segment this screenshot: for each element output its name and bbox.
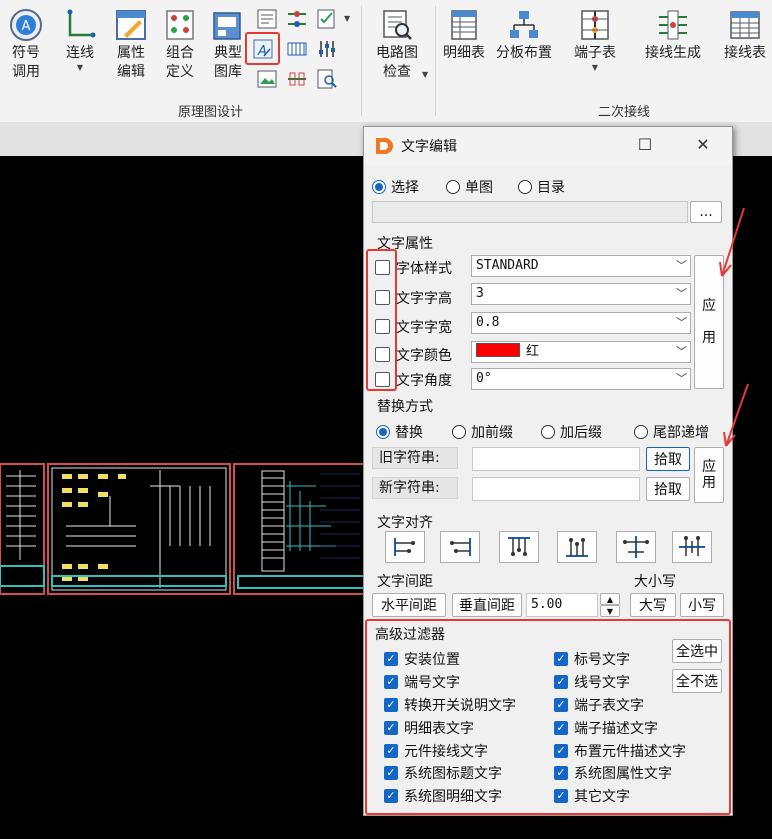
annotation-arrows [719,207,749,447]
